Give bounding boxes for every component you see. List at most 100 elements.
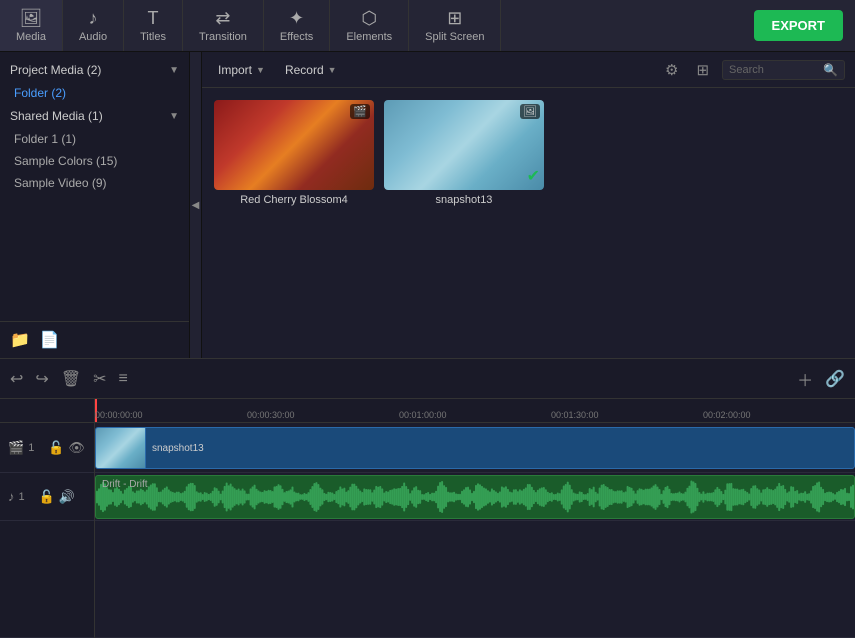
- snapshot13-thumbnail: 🖼 ✔: [384, 100, 544, 190]
- ruler-label-row: [0, 399, 94, 423]
- toolbar-split-screen[interactable]: ⊞ Split Screen: [409, 0, 501, 51]
- folder1-label: Folder 1 (1): [14, 132, 76, 146]
- add-file-icon[interactable]: 📄: [40, 330, 60, 350]
- video-visible-icon[interactable]: 👁: [68, 440, 85, 456]
- record-button[interactable]: Record ▼: [279, 60, 343, 80]
- extra-track-row: [95, 521, 855, 638]
- toolbar-elements-label: Elements: [346, 31, 392, 43]
- timeline-content: 🎬 1 🔓 👁 ♪ 1 🔓 🔊 00:00:00:00 00:00:30:00 …: [0, 399, 855, 638]
- toolbar-audio[interactable]: ♪ Audio: [63, 0, 124, 51]
- record-chevron-icon: ▼: [328, 65, 337, 75]
- split-screen-icon: ⊞: [447, 8, 462, 29]
- sidebar-bottom: 📁 📄: [0, 321, 189, 358]
- media-grid: 🎬 Red Cherry Blossom4 🖼 ✔ snapshot13: [202, 88, 855, 358]
- import-chevron-icon: ▼: [256, 65, 265, 75]
- toolbar-split-screen-label: Split Screen: [425, 31, 484, 43]
- import-label: Import: [218, 63, 252, 77]
- sidebar-section-project-media[interactable]: Project Media (2) ▼: [0, 58, 189, 82]
- audio-icon: ♪: [89, 8, 98, 29]
- sample-colors-label: Sample Colors (15): [14, 154, 117, 168]
- add-folder-icon[interactable]: 📁: [10, 330, 30, 350]
- toolbar-effects-label: Effects: [280, 31, 313, 43]
- video-lock-icon[interactable]: 🔓: [48, 440, 64, 456]
- grid-view-icon[interactable]: ⊞: [691, 59, 714, 81]
- effects-icon: ✦: [289, 8, 304, 29]
- undo-icon[interactable]: ↩: [10, 369, 23, 389]
- video-clip-label: snapshot13: [146, 441, 210, 456]
- audio-lock-icon[interactable]: 🔓: [39, 489, 55, 505]
- toolbar-effects[interactable]: ✦ Effects: [264, 0, 330, 51]
- media-item-red-cherry[interactable]: 🎬 Red Cherry Blossom4: [214, 100, 374, 206]
- ruler-mark-0: 00:00:00:00: [95, 410, 143, 420]
- media-item-snapshot13[interactable]: 🖼 ✔ snapshot13: [384, 100, 544, 206]
- red-cherry-name: Red Cherry Blossom4: [214, 194, 374, 206]
- ruler-mark-4: 00:02:00:00: [703, 410, 751, 420]
- toolbar-transition[interactable]: ⇄ Transition: [183, 0, 264, 51]
- extra-track-label: [0, 521, 94, 638]
- image-badge: 🖼: [520, 104, 540, 119]
- toolbar-titles-label: Titles: [140, 31, 166, 43]
- redo-icon[interactable]: ↪: [35, 369, 48, 389]
- sidebar-section-shared-media[interactable]: Shared Media (1) ▼: [0, 104, 189, 128]
- sidebar-item-folder[interactable]: Folder (2): [0, 82, 189, 104]
- toolbar-audio-label: Audio: [79, 31, 107, 43]
- media-icon: 🖼: [20, 8, 43, 29]
- audio-track-icon: ♪: [8, 489, 15, 504]
- media-panel: Import ▼ Record ▼ ⚙ ⊞ 🔍 🎬 Red Cherry Bl: [202, 52, 855, 358]
- ruler-mark-2: 00:01:00:00: [399, 410, 447, 420]
- track-labels: 🎬 1 🔓 👁 ♪ 1 🔓 🔊: [0, 399, 95, 638]
- import-button[interactable]: Import ▼: [212, 60, 271, 80]
- export-button[interactable]: EXPORT: [754, 10, 843, 41]
- search-input[interactable]: [729, 64, 819, 76]
- sidebar-content: Project Media (2) ▼ Folder (2) Shared Me…: [0, 52, 189, 321]
- sidebar: Project Media (2) ▼ Folder (2) Shared Me…: [0, 52, 190, 358]
- transition-icon: ⇄: [215, 8, 230, 29]
- audio-track-label: ♪ 1 🔓 🔊: [0, 473, 94, 521]
- cut-icon[interactable]: ✂: [93, 369, 106, 389]
- settings-icon[interactable]: ≡: [119, 370, 128, 388]
- collapse-chevron-icon: ◀: [192, 200, 200, 211]
- sidebar-item-sample-colors[interactable]: Sample Colors (15): [0, 150, 189, 172]
- clip-thumbnail: [96, 428, 146, 468]
- audio-track-row: Drift - Drift: [95, 473, 855, 521]
- search-box: 🔍: [722, 60, 845, 80]
- tracks-area: 00:00:00:00 00:00:30:00 00:01:00:00 00:0…: [95, 399, 855, 638]
- main-area: Project Media (2) ▼ Folder (2) Shared Me…: [0, 52, 855, 358]
- top-toolbar: 🖼 Media ♪ Audio T Titles ⇄ Transition ✦ …: [0, 0, 855, 52]
- record-label: Record: [285, 63, 324, 77]
- toolbar-media[interactable]: 🖼 Media: [0, 0, 63, 51]
- sidebar-item-sample-video[interactable]: Sample Video (9): [0, 172, 189, 194]
- shared-media-chevron: ▼: [169, 111, 179, 122]
- timeline-area: ↩ ↪ 🗑 ✂ ≡ ＋ 🔗 🎬 1 🔓 👁 ♪ 1 🔓 🔊: [0, 358, 855, 638]
- toolbar-media-label: Media: [16, 31, 46, 43]
- search-icon: 🔍: [823, 63, 838, 77]
- sample-video-label: Sample Video (9): [14, 176, 107, 190]
- ruler: 00:00:00:00 00:00:30:00 00:01:00:00 00:0…: [95, 399, 855, 423]
- video-track-label: 🎬 1 🔓 👁: [0, 423, 94, 473]
- red-cherry-thumbnail: 🎬: [214, 100, 374, 190]
- video-track-number: 1: [28, 442, 44, 454]
- add-track-icon[interactable]: ＋: [797, 367, 813, 391]
- audio-waveform: [96, 476, 854, 518]
- video-badge: 🎬: [350, 104, 370, 119]
- link-icon[interactable]: 🔗: [825, 369, 845, 389]
- delete-icon[interactable]: 🗑: [61, 369, 81, 389]
- toolbar-transition-label: Transition: [199, 31, 247, 43]
- toolbar-titles[interactable]: T Titles: [124, 0, 183, 51]
- selected-checkmark: ✔: [527, 166, 540, 186]
- toolbar-elements[interactable]: ⬡ Elements: [330, 0, 409, 51]
- audio-track-number: 1: [19, 491, 35, 503]
- audio-mute-icon[interactable]: 🔊: [59, 489, 75, 505]
- shared-media-label: Shared Media (1): [10, 109, 103, 123]
- elements-icon: ⬡: [361, 8, 377, 29]
- audio-clip[interactable]: Drift - Drift: [95, 475, 855, 519]
- sidebar-collapse-handle[interactable]: ◀: [190, 52, 202, 358]
- video-track-row: snapshot13: [95, 423, 855, 473]
- filter-icon[interactable]: ⚙: [660, 59, 683, 81]
- video-track-icon: 🎬: [8, 440, 24, 456]
- sidebar-item-folder1[interactable]: Folder 1 (1): [0, 128, 189, 150]
- video-clip[interactable]: snapshot13: [95, 427, 855, 469]
- ruler-mark-3: 00:01:30:00: [551, 410, 599, 420]
- audio-clip-label: Drift - Drift: [102, 479, 148, 490]
- ruler-mark-1: 00:00:30:00: [247, 410, 295, 420]
